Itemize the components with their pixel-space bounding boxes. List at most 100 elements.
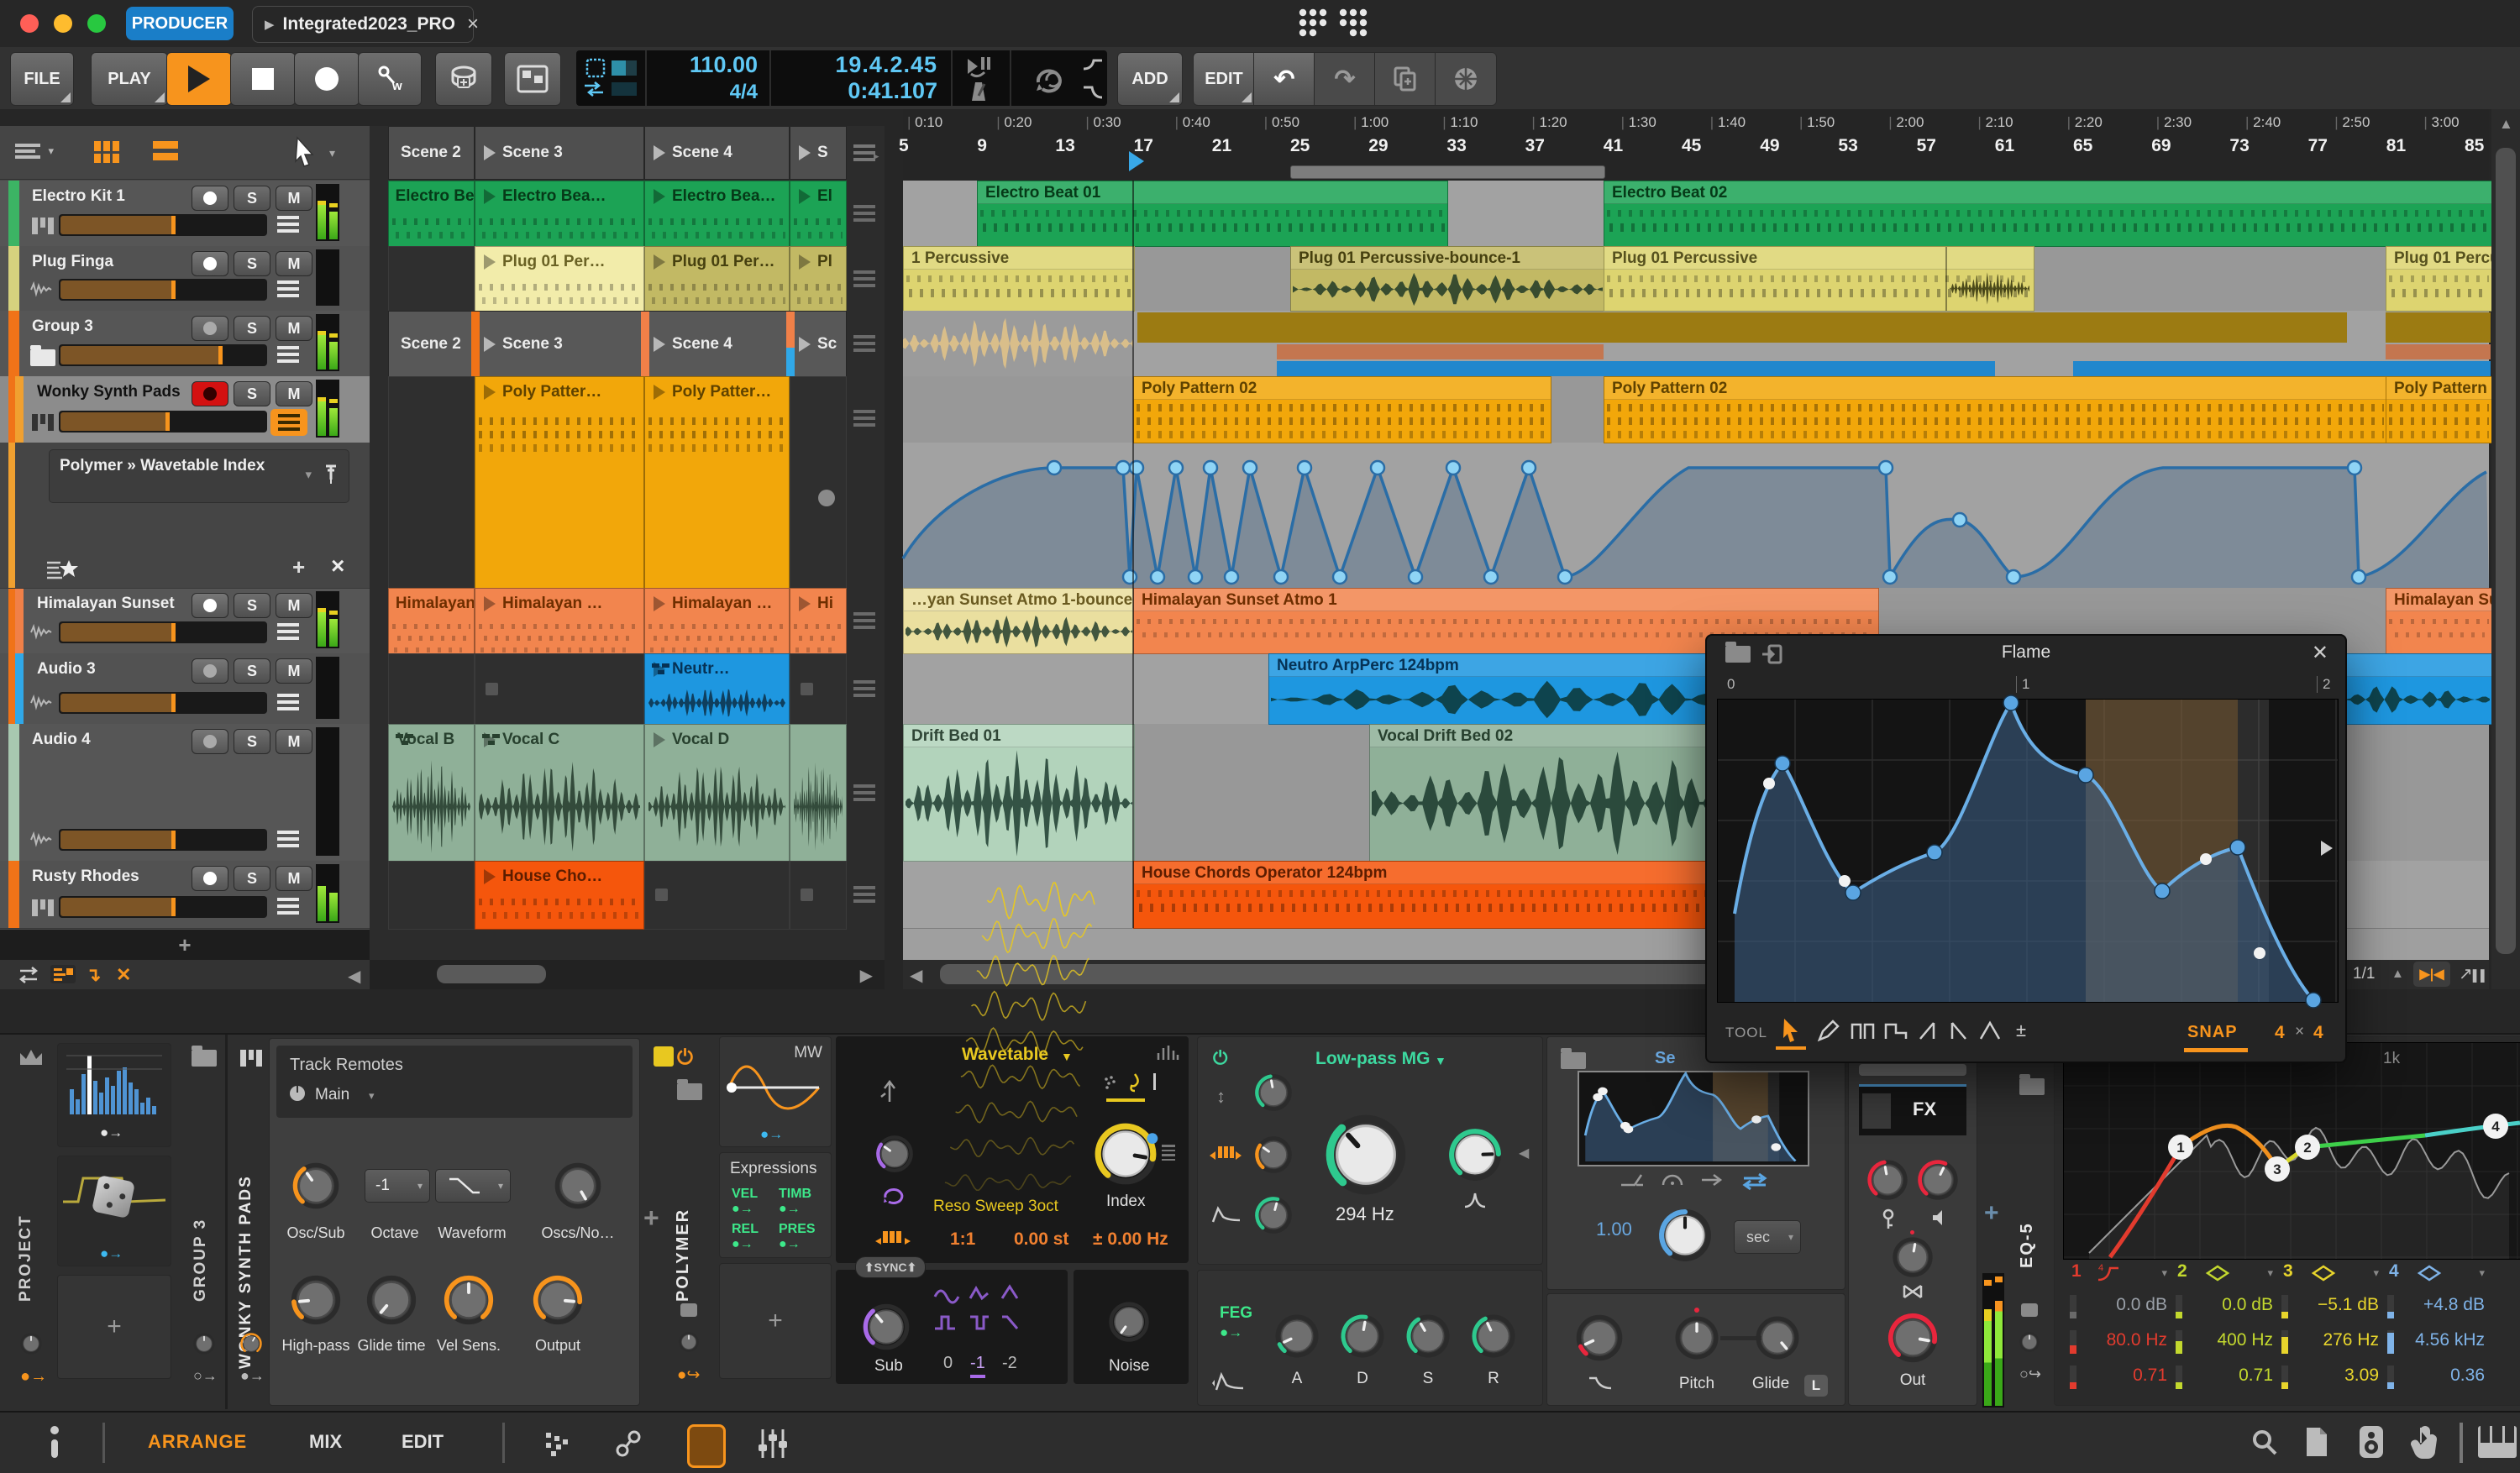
filter-env-knob[interactable] bbox=[1253, 1072, 1294, 1113]
eq-band-gain[interactable]: +4.8 dB bbox=[2423, 1295, 2485, 1315]
zoom-ratio-up-icon[interactable]: ▲ bbox=[2391, 967, 2404, 981]
eq-band-gain[interactable]: −5.1 dB bbox=[2318, 1295, 2379, 1315]
position-display[interactable]: 19.4.2.45 0:41.107 bbox=[769, 50, 948, 106]
flame-ruler[interactable]: 0 1 2 bbox=[1707, 671, 2345, 699]
flame-grid-x[interactable]: 4 bbox=[2275, 1023, 2285, 1043]
add-button[interactable]: ADD bbox=[1117, 52, 1183, 106]
arranger-clip[interactable]: Electro Beat 01 bbox=[977, 181, 1448, 247]
eq-band-q[interactable]: 0.36 bbox=[2450, 1366, 2485, 1386]
zoom-fit-button[interactable]: ▶|◀ bbox=[2413, 962, 2450, 987]
launcher-clip[interactable]: Neutr… bbox=[644, 653, 790, 726]
row-actions-icon[interactable] bbox=[853, 886, 875, 903]
loop-icon[interactable] bbox=[1032, 64, 1067, 93]
mw-modulator-card[interactable]: MW ●→ bbox=[719, 1036, 832, 1147]
track-color-strip[interactable] bbox=[8, 311, 19, 376]
launcher-clip[interactable]: Electro Bea… bbox=[388, 181, 475, 248]
fade-out-toggle-icon[interactable] bbox=[1082, 84, 1104, 101]
remote-knob-osc-sub[interactable] bbox=[291, 1161, 341, 1211]
mute-button[interactable]: M bbox=[276, 251, 312, 276]
add-modulator-card[interactable]: + bbox=[57, 1275, 171, 1379]
row-actions-icon[interactable] bbox=[853, 410, 875, 427]
group-scene-cell[interactable]: Scene 3 bbox=[471, 311, 644, 378]
record-arm-button[interactable] bbox=[192, 593, 228, 618]
volume-fader[interactable] bbox=[59, 279, 267, 301]
env-mode-hold-icon[interactable] bbox=[1660, 1172, 1685, 1188]
eq-band-dropdown-icon[interactable]: ▾ bbox=[2267, 1266, 2273, 1280]
group-child-strip[interactable] bbox=[1277, 344, 1604, 359]
track-row[interactable]: Electro Kit 1 S M bbox=[0, 181, 370, 247]
launcher-scrollbar[interactable]: ▶ bbox=[370, 960, 885, 989]
device-card-chart[interactable]: ●→ bbox=[57, 1043, 171, 1147]
launcher-empty-slot[interactable] bbox=[790, 861, 847, 930]
solo-button[interactable]: S bbox=[234, 316, 270, 341]
group-child-strip[interactable] bbox=[2386, 312, 2491, 343]
play-cursor-head[interactable] bbox=[1129, 151, 1144, 171]
file-browser-icon[interactable] bbox=[2303, 1426, 2330, 1458]
launcher-empty-slot[interactable] bbox=[388, 653, 475, 726]
wavetable-dropdown-icon[interactable]: ▼ bbox=[1061, 1050, 1073, 1063]
folder-icon[interactable] bbox=[677, 1079, 702, 1100]
device-chain-add[interactable]: + bbox=[643, 1203, 659, 1234]
scene-header-cell[interactable]: Scene 2 bbox=[388, 126, 475, 180]
launcher-clip[interactable]: Hi bbox=[790, 588, 847, 655]
launcher-clip[interactable]: Vocal B bbox=[388, 724, 475, 862]
clip-play-icon[interactable] bbox=[799, 254, 811, 270]
ramp-down-tool-icon[interactable] bbox=[1949, 1021, 1969, 1040]
volume-fader[interactable] bbox=[59, 621, 267, 643]
expression-item[interactable]: TIMB ●→ bbox=[779, 1187, 811, 1217]
wavetable-title[interactable]: Wavetable bbox=[962, 1045, 1048, 1065]
automation-add-button[interactable]: + bbox=[292, 554, 305, 580]
arranger-vscrollbar[interactable]: ▲ bbox=[2491, 109, 2520, 989]
list-edit-icon[interactable] bbox=[50, 965, 76, 983]
launcher-clip[interactable]: Electro Bea… bbox=[644, 181, 790, 248]
punch-in-icon[interactable] bbox=[966, 55, 995, 78]
remote-knob-oscs-noise[interactable] bbox=[553, 1161, 603, 1211]
track-menu-icon[interactable] bbox=[277, 280, 299, 297]
stop-button[interactable] bbox=[230, 52, 296, 106]
tempo-display[interactable]: 110.00 4/4 bbox=[645, 50, 766, 106]
flame-titlebar[interactable]: Flame ✕ bbox=[1707, 636, 2345, 671]
edit-button[interactable]: EDIT bbox=[1193, 52, 1255, 106]
track-row[interactable]: Audio 4 S M bbox=[0, 724, 370, 862]
clip-play-icon[interactable] bbox=[484, 385, 496, 400]
launcher-empty-slot[interactable] bbox=[790, 376, 847, 590]
clip-play-icon[interactable] bbox=[654, 189, 665, 204]
group-scene-cell[interactable]: Scene 2 bbox=[388, 311, 475, 378]
track-row[interactable]: Audio 3 S M bbox=[0, 653, 370, 725]
mute-button[interactable]: M bbox=[276, 729, 312, 754]
remote-octave-select[interactable]: -1 ▾ bbox=[365, 1169, 430, 1203]
sync-badge[interactable]: ⬆ SYNC ⬆ bbox=[855, 1256, 926, 1278]
param-dropdown-icon[interactable]: ▾ bbox=[305, 467, 312, 482]
traffic-zoom[interactable] bbox=[87, 14, 106, 33]
clip-play-icon[interactable] bbox=[654, 596, 665, 611]
undo-button[interactable]: ↶ bbox=[1253, 52, 1315, 106]
launcher-empty-slot[interactable] bbox=[644, 861, 790, 930]
eq-io-icon[interactable]: ○↪ bbox=[2019, 1366, 2041, 1383]
record-button[interactable] bbox=[294, 52, 360, 106]
sub-waveform-icons[interactable] bbox=[933, 1284, 1034, 1339]
mute-button[interactable]: M bbox=[276, 316, 312, 341]
sub-octave-minus2[interactable]: -2 bbox=[1002, 1354, 1017, 1373]
clear-icon[interactable]: ✕ bbox=[116, 964, 131, 986]
scene-play-icon[interactable] bbox=[484, 337, 496, 352]
track-name[interactable]: Audio 4 bbox=[32, 731, 91, 749]
wonky-io-icon[interactable]: ●→ bbox=[240, 1367, 265, 1385]
track-name[interactable]: Group 3 bbox=[32, 317, 93, 336]
sub-knob[interactable] bbox=[861, 1302, 911, 1352]
volume-fader[interactable] bbox=[59, 692, 267, 714]
tab-play-icon[interactable]: ▶ bbox=[265, 17, 275, 32]
arranger-clip[interactable]: Poly Pattern 02 bbox=[1604, 376, 2387, 443]
cancel-button[interactable] bbox=[1435, 52, 1497, 106]
noise-knob[interactable] bbox=[1107, 1300, 1151, 1344]
arranger-clip[interactable]: Poly Pattern 02 bbox=[2386, 376, 2492, 443]
track-name[interactable]: Rusty Rhodes bbox=[32, 868, 139, 886]
mute-button[interactable]: M bbox=[276, 381, 312, 406]
track-color-strip[interactable] bbox=[8, 181, 19, 246]
polymer-device-tab[interactable]: POLYMER bbox=[674, 1159, 693, 1302]
filter-env2-knob[interactable] bbox=[1253, 1195, 1294, 1235]
record-arm-button[interactable] bbox=[192, 658, 228, 684]
pointer-tool-icon[interactable] bbox=[292, 136, 318, 168]
feg-release-knob[interactable] bbox=[1470, 1313, 1517, 1360]
wavetable-index-knob[interactable] bbox=[1092, 1120, 1159, 1187]
eq5-device-tab[interactable]: EQ-5 bbox=[2018, 1167, 2037, 1268]
